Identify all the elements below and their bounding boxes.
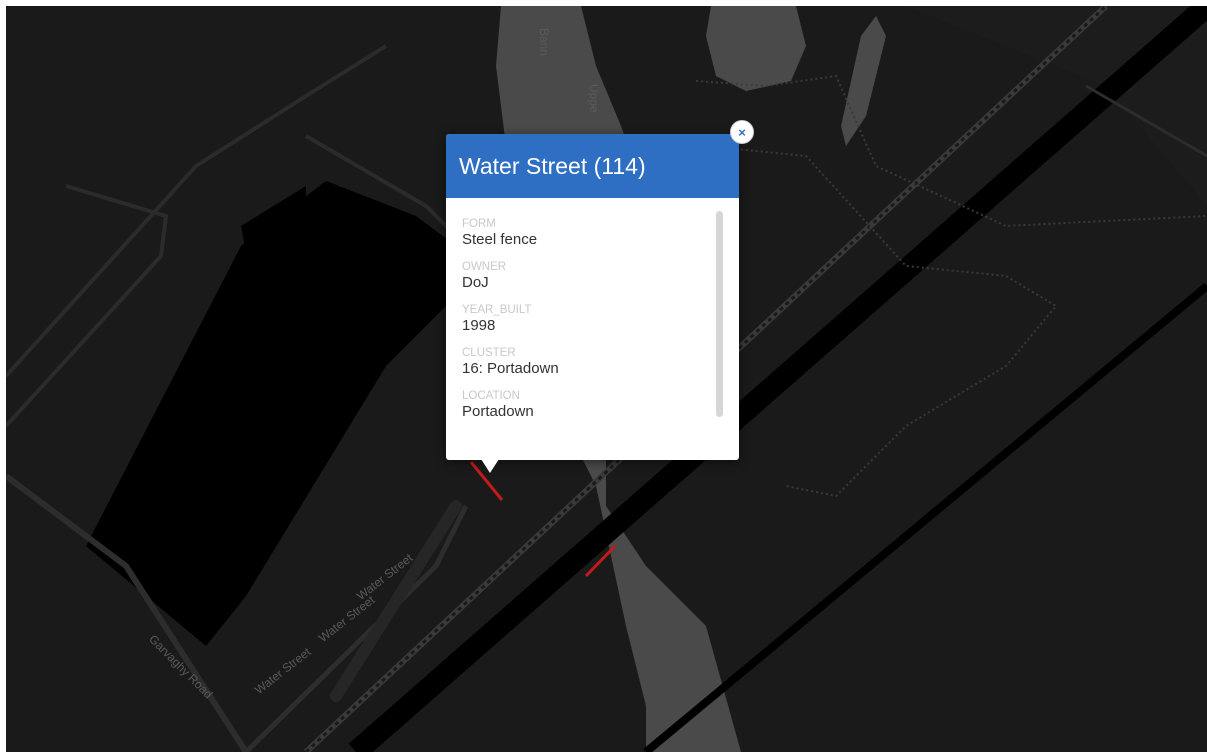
field-label-cluster: CLUSTER <box>462 347 516 359</box>
field-value-cluster: 16: Portadown <box>462 360 559 377</box>
field-label-owner: OWNER <box>462 261 507 273</box>
field-value-form: Steel fence <box>462 231 538 248</box>
river-label: Bann <box>537 28 551 57</box>
river-label-upper: Uppe <box>587 84 601 113</box>
field-value-location: Portadown <box>462 403 534 420</box>
close-icon: × <box>738 124 746 140</box>
field-value-year-built: 1998 <box>462 317 496 334</box>
popup-title: Water Street (114) <box>459 152 646 179</box>
map-canvas[interactable]: Bann Uppe Garvaghy Road Water Street Wat… <box>6 6 1207 752</box>
popup-close-button[interactable]: × <box>730 120 754 144</box>
field-label-location: LOCATION <box>462 390 520 402</box>
feature-popup: Water Street (114) FORM Steel fence OWNE… <box>446 134 739 473</box>
popup-body[interactable]: FORM Steel fence OWNER DoJ YEAR_BUILT 19… <box>446 198 739 457</box>
field-label-year-built: YEAR_BUILT <box>462 304 532 316</box>
field-label-form: FORM <box>462 218 496 230</box>
popup-scrollbar[interactable] <box>716 211 723 417</box>
popup-tip <box>481 459 499 473</box>
pond <box>706 6 806 91</box>
field-value-owner: DoJ <box>462 274 489 291</box>
popup-header: Water Street (114) <box>446 134 739 198</box>
